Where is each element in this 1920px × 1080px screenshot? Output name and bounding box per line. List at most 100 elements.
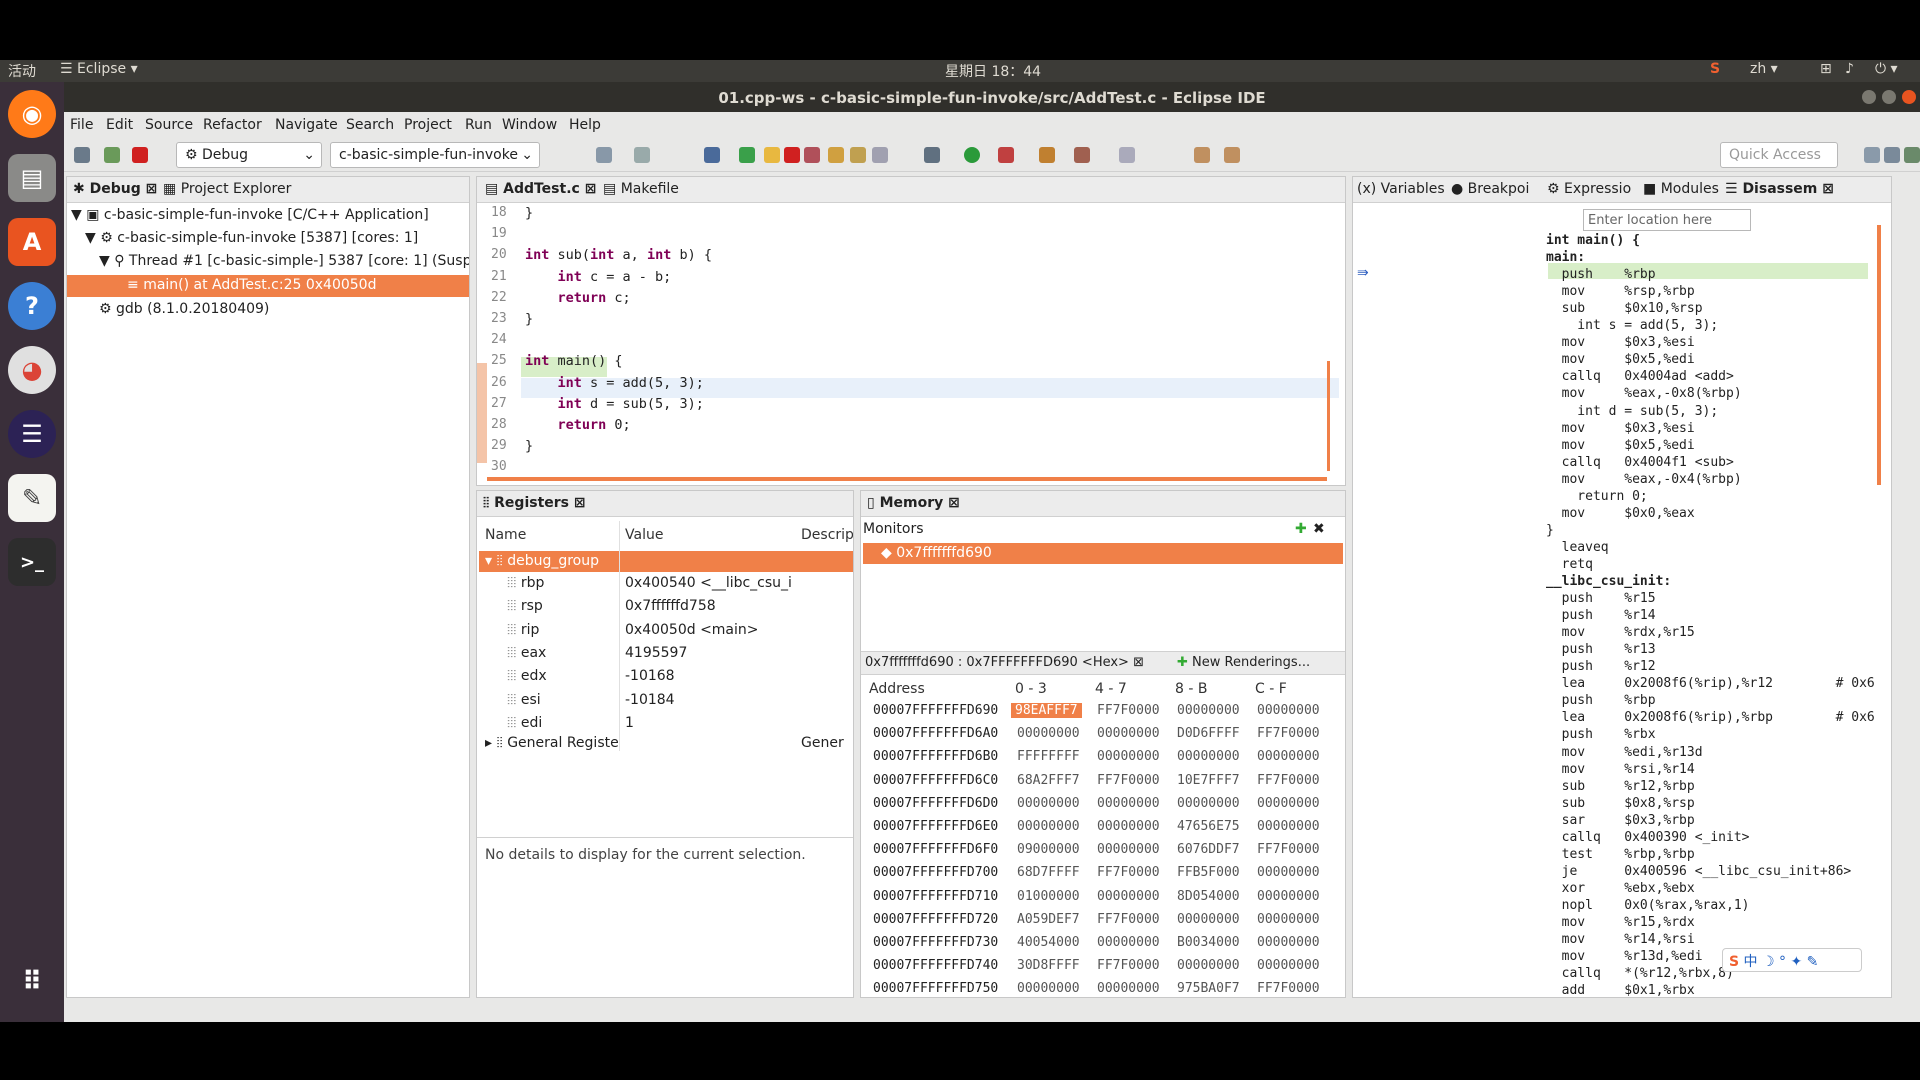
disassembly-line[interactable]: callq 0x4004ad <add>	[1546, 369, 1734, 384]
text-editor-icon[interactable]: ✎	[8, 474, 56, 522]
menu-window[interactable]: Window	[502, 117, 557, 133]
column-0-3[interactable]: 0 - 3	[1015, 681, 1047, 697]
memory-value-cell[interactable]: 10E7FFF7	[1177, 773, 1240, 788]
memory-value-cell[interactable]: 68D7FFFF	[1017, 865, 1080, 880]
memory-value-cell[interactable]: FF7F0000	[1257, 773, 1320, 788]
disassembly-line[interactable]: push %r13	[1546, 642, 1656, 657]
disassembly-line[interactable]: sar $0x3,%rbp	[1546, 813, 1695, 828]
remove-monitor-icon[interactable]: ✖	[1313, 521, 1325, 537]
memory-value-cell[interactable]: 09000000	[1017, 842, 1080, 857]
code-line[interactable]: return 0;	[525, 417, 631, 433]
files-icon[interactable]: ▤	[8, 154, 56, 202]
menu-search[interactable]: Search	[346, 117, 394, 133]
disassembly-line[interactable]: mov $0x3,%esi	[1546, 335, 1695, 350]
tab-disassembly[interactable]: ☰ Disassem ⊠	[1725, 181, 1834, 197]
tab-new-renderings[interactable]: ✚ New Renderings...	[1177, 655, 1310, 670]
terminal-icon[interactable]: >_	[8, 538, 56, 586]
menu-help[interactable]: Help	[569, 117, 601, 133]
disassembly-line[interactable]: callq 0x4004f1 <sub>	[1546, 455, 1734, 470]
step-return-icon[interactable]	[872, 147, 888, 163]
code-line[interactable]: int sub(int a, int b) {	[525, 247, 712, 263]
ime-toolbar[interactable]: S 中 ☽ ° ✦ ✎	[1722, 948, 1862, 972]
disassembly-line[interactable]: mov $0x5,%edi	[1546, 352, 1695, 367]
disassembly-line[interactable]: mov %eax,-0x8(%rbp)	[1546, 386, 1742, 401]
debug-tree-item-process[interactable]: ▼ ⚙ c-basic-simple-fun-invoke [5387] [co…	[85, 230, 418, 246]
memory-value-cell[interactable]: D0D6FFFF	[1177, 726, 1240, 741]
register-value[interactable]: -10168	[625, 668, 801, 684]
memory-value-cell[interactable]: 00000000	[1257, 958, 1320, 973]
column-4-7[interactable]: 4 - 7	[1095, 681, 1127, 697]
disassembly-line[interactable]: mov $0x3,%esi	[1546, 421, 1695, 436]
memory-value-cell[interactable]: 00000000	[1017, 726, 1080, 741]
memory-value-cell[interactable]: 00000000	[1257, 889, 1320, 904]
debug-tree-item-thread[interactable]: ▼ ⚲ Thread #1 [c-basic-simple-] 5387 [co…	[99, 253, 469, 269]
minimize-icon[interactable]	[1862, 90, 1876, 104]
memory-value-cell[interactable]: 00000000	[1097, 842, 1160, 857]
quick-access-field[interactable]: Quick Access	[1720, 142, 1838, 168]
memory-value-cell[interactable]: FF7F0000	[1097, 773, 1160, 788]
memory-value-cell[interactable]: A059DEF7	[1017, 912, 1080, 927]
build-icon[interactable]	[74, 147, 90, 163]
monitor-row[interactable]: ◆ 0x7fffffffd690	[863, 543, 1343, 564]
run-icon[interactable]	[964, 147, 980, 163]
debug-perspective-icon[interactable]	[1904, 147, 1920, 163]
menu-edit[interactable]: Edit	[106, 117, 133, 133]
memory-address-cell[interactable]: 00007FFFFFFFD720	[873, 912, 998, 927]
disassembly-line[interactable]: int s = add(5, 3);	[1546, 318, 1718, 333]
memory-value-cell[interactable]: 00000000	[1097, 889, 1160, 904]
disconnect-icon[interactable]	[804, 147, 820, 163]
tab-registers[interactable]: ⦙⦙ Registers ⊠	[483, 495, 586, 511]
memory-value-cell[interactable]: 30D8FFFF	[1017, 958, 1080, 973]
memory-value-cell[interactable]: 6076DDF7	[1177, 842, 1240, 857]
eclipse-icon[interactable]: ☰	[8, 410, 56, 458]
memory-value-cell[interactable]: 68A2FFF7	[1017, 773, 1080, 788]
disassembly-line[interactable]: callq 0x400390 <_init>	[1546, 830, 1750, 845]
forward-icon[interactable]	[1224, 147, 1240, 163]
column-name[interactable]: Name	[485, 527, 526, 543]
disassembly-line[interactable]: sub %r12,%rbp	[1546, 779, 1695, 794]
tab-makefile[interactable]: ▤ Makefile	[603, 181, 679, 197]
disassembly-line[interactable]: int d = sub(5, 3);	[1546, 404, 1718, 419]
code-line[interactable]: }	[525, 311, 533, 327]
disassembly-line[interactable]: push %r12	[1546, 659, 1656, 674]
memory-value-cell[interactable]: FF7F0000	[1257, 842, 1320, 857]
stop-icon[interactable]	[784, 147, 800, 163]
register-name[interactable]: ⦙⦙⦙ rip	[507, 622, 539, 638]
memory-value-cell[interactable]: FF7F0000	[1097, 958, 1160, 973]
memory-value-cell[interactable]: FF7F0000	[1257, 726, 1320, 741]
memory-address-cell[interactable]: 00007FFFFFFFD700	[873, 865, 998, 880]
launch-config-select[interactable]: c-basic-simple-fun-invoke ⌄	[330, 142, 540, 168]
memory-value-cell[interactable]: FF7F0000	[1097, 912, 1160, 927]
register-value[interactable]: 4195597	[625, 645, 801, 661]
tab-memory[interactable]: ▯ Memory ⊠	[867, 495, 960, 511]
memory-address-cell[interactable]: 00007FFFFFFFD710	[873, 889, 998, 904]
disassembly-line[interactable]: mov %rsp,%rbp	[1546, 284, 1695, 299]
code-line[interactable]: }	[525, 438, 533, 454]
disassembly-line[interactable]: push %rbp	[1546, 693, 1656, 708]
annotation-icon[interactable]	[1119, 147, 1135, 163]
memory-address-cell[interactable]: 00007FFFFFFFD690	[873, 703, 998, 718]
horizontal-scrollbar[interactable]	[487, 477, 1327, 481]
register-group-row[interactable]: ▾ ⦙⦙ debug_group	[479, 551, 853, 572]
memory-value-cell[interactable]: 00000000	[1177, 749, 1240, 764]
code-line[interactable]: }	[525, 205, 533, 221]
memory-value-cell[interactable]: FF7F0000	[1257, 981, 1320, 996]
memory-value-cell[interactable]: 00000000	[1017, 981, 1080, 996]
cpp-perspective-icon[interactable]	[1884, 147, 1900, 163]
power-icon[interactable]: ⏻ ▾	[1875, 61, 1898, 77]
disassembly-line[interactable]: retq	[1546, 557, 1593, 572]
memory-value-cell[interactable]: 00000000	[1177, 912, 1240, 927]
open-folder-icon[interactable]	[1039, 147, 1055, 163]
tab-project-explorer[interactable]: ▦ Project Explorer	[163, 181, 291, 197]
disassembly-line[interactable]: mov %r13d,%edi	[1546, 949, 1703, 964]
firefox-icon[interactable]: ◉	[8, 90, 56, 138]
app-menu[interactable]: ☰ Eclipse ▾	[60, 61, 138, 77]
suspend-icon[interactable]	[764, 147, 780, 163]
disassembly-line[interactable]: test %rbp,%rbp	[1546, 847, 1695, 862]
disassembly-line[interactable]: main:	[1546, 250, 1585, 265]
location-input[interactable]: Enter location here	[1583, 209, 1751, 231]
register-value[interactable]: 1	[625, 715, 801, 731]
memory-value-cell[interactable]: FF7F0000	[1097, 703, 1160, 718]
code-line[interactable]: int d = sub(5, 3);	[525, 396, 704, 412]
menu-source[interactable]: Source	[145, 117, 193, 133]
